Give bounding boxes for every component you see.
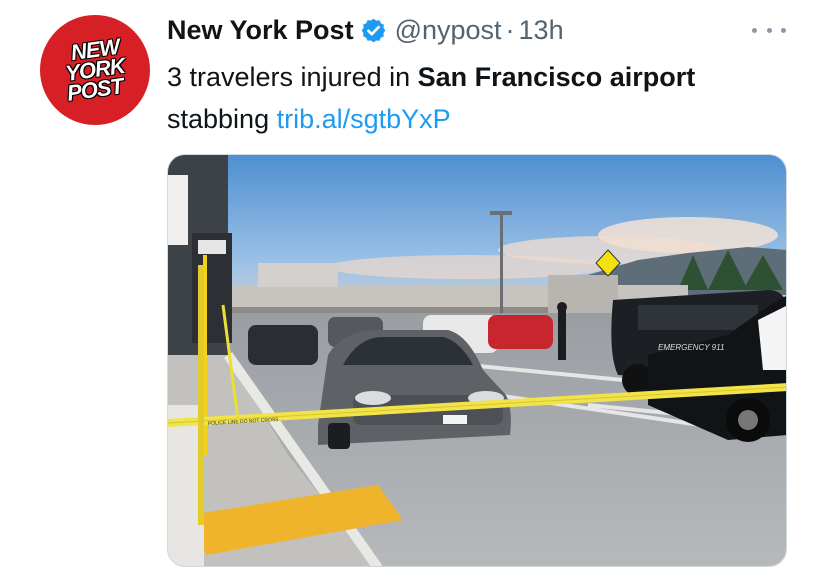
author-handle[interactable]: @nypost: [395, 15, 502, 46]
more-dot: [781, 27, 786, 33]
author-name[interactable]: New York Post: [167, 15, 354, 46]
avatar[interactable]: NEW YORK POST: [40, 15, 150, 125]
tweet-text-part: stabbing: [167, 104, 277, 134]
tweet-link[interactable]: trib.al/sgtbYxP: [277, 104, 451, 134]
tweet-text-part: 3 travelers injured in: [167, 62, 418, 92]
tweet-timestamp[interactable]: 13h: [519, 15, 564, 46]
more-dot: [766, 27, 772, 33]
police-car-label: EMERGENCY 911: [658, 343, 724, 352]
more-icon[interactable]: [752, 20, 786, 40]
more-dot: [752, 27, 757, 33]
tweet-text: 3 travelers injured in San Francisco air…: [167, 56, 807, 140]
tweet-photo[interactable]: EMERGENCY 911 POLICE LINE DO NOT CROSS: [167, 154, 787, 567]
verified-badge-icon: [361, 18, 385, 42]
tweet-text-bold: San Francisco airport: [417, 62, 696, 92]
airport-scene-illustration: EMERGENCY 911 POLICE LINE DO NOT CROSS: [168, 155, 786, 566]
separator-dot: ·: [505, 14, 515, 45]
tweet-header: New York Post @nypost · 13h: [167, 12, 564, 48]
